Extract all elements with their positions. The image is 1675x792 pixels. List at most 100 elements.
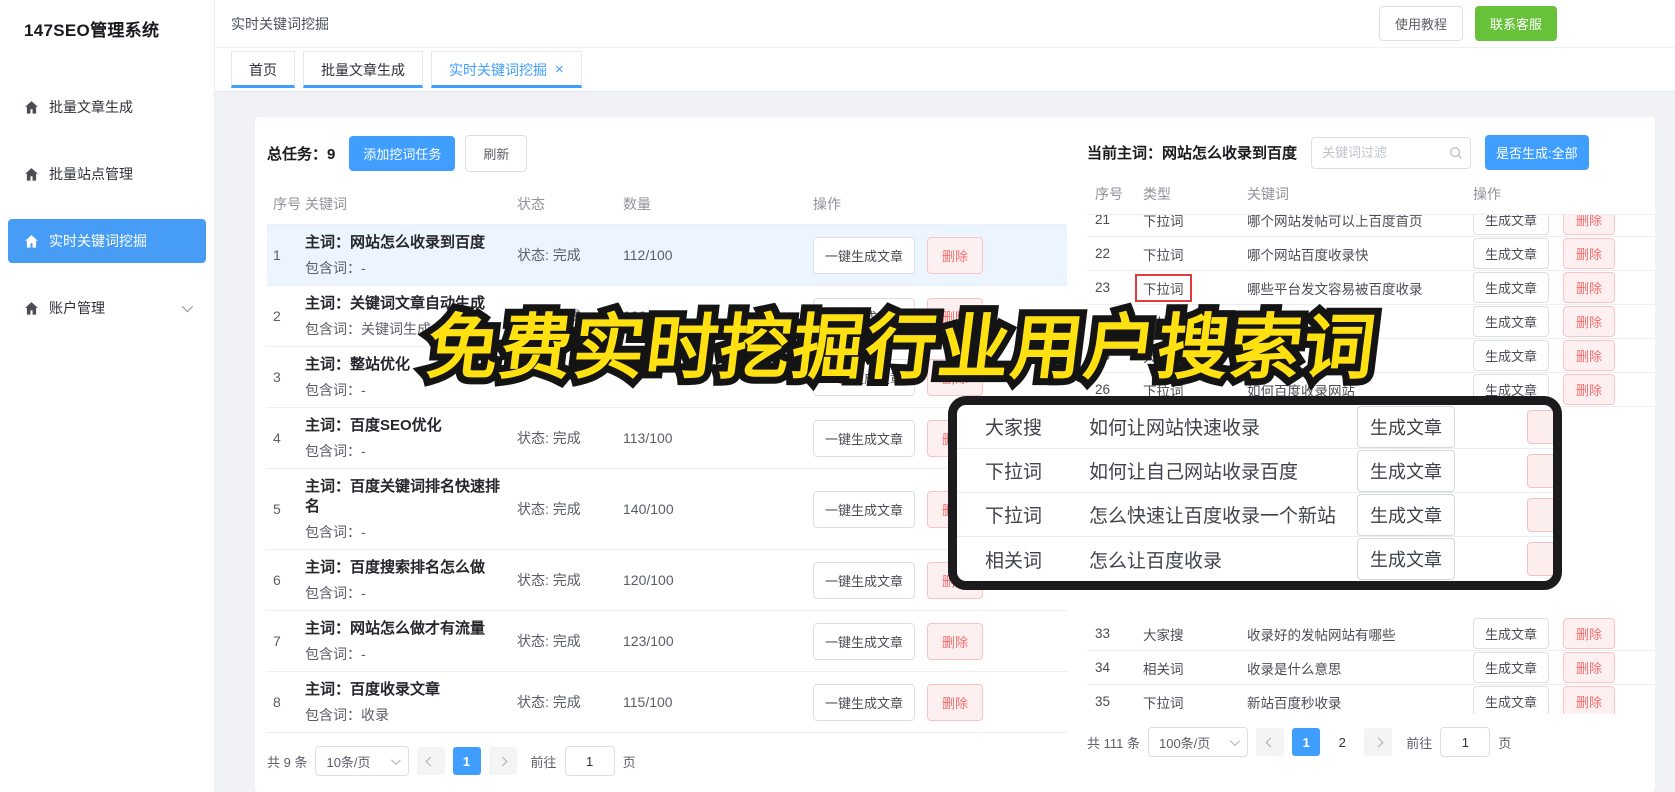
refresh-button[interactable]: 刷新 (465, 135, 528, 172)
keyword-filter-input[interactable] (1311, 136, 1472, 169)
add-task-button[interactable]: 添加挖词任务 (349, 136, 456, 171)
generate-article-button[interactable]: 一键生成文章 (813, 490, 916, 528)
magnified-row: 相关词 怎么让百度收录 生成文章 (957, 537, 1553, 581)
generate-article-button[interactable]: 一键生成文章 (813, 622, 916, 660)
task-row[interactable]: 5 主词：百度关键词排名快速排名 包含词：- 状态: 完成 140/100 一键生… (267, 469, 1067, 550)
delete-button[interactable]: 删除 (1563, 686, 1616, 714)
task-row[interactable]: 3 主词：整站优化 包含词：- 一键生成文章 删除 (267, 347, 1067, 408)
sidebar-item-2[interactable]: 实时关键词挖掘 (8, 219, 206, 263)
task-row[interactable]: 1 主词：网站怎么收录到百度 包含词：- 状态: 完成 112/100 一键生成文… (267, 225, 1067, 286)
task-row[interactable]: 2 主词：关键词文章自动生成 包含词：关键词生成 状态: 完成 100/100 一… (267, 286, 1067, 347)
chevron-left-icon (425, 756, 436, 766)
delete-button[interactable]: 删除 (1563, 652, 1616, 683)
next-page-button[interactable] (1364, 728, 1393, 756)
tab-2[interactable]: 实时关键词挖掘 × (431, 51, 582, 88)
task-row[interactable]: 7 主词：网站怎么做才有流量 包含词：- 状态: 完成 123/100 一键生成文… (267, 611, 1067, 672)
delete-button[interactable]: 删除 (1563, 215, 1616, 235)
generate-article-button[interactable]: 生成文章 (1473, 272, 1550, 303)
sidebar-item-3[interactable]: 账户管理 (8, 286, 206, 330)
page-size-select[interactable]: 10条/页 (315, 746, 409, 776)
generate-article-button[interactable]: 一键生成文章 (813, 561, 916, 599)
page-number-1[interactable]: 1 (1292, 728, 1321, 756)
delete-button[interactable]: 删除 (927, 622, 984, 660)
delete-button[interactable]: 删除 (927, 358, 984, 396)
generate-article-button[interactable]: 生成文章 (1473, 618, 1550, 649)
goto-page-input[interactable] (564, 746, 615, 776)
keyword-row[interactable]: 33 大家搜 收录好的发帖网站有哪些 生成文章 删除 (1087, 617, 1655, 651)
generate-article-button[interactable]: 生成文章 (1473, 652, 1550, 683)
keyword-row[interactable]: 23 下拉词 哪些平台发文容易被百度收录 生成文章 删除 (1087, 271, 1655, 305)
generate-article-button[interactable]: 生成文章 (1473, 306, 1550, 337)
generate-article-button[interactable]: 生成文章 (1473, 215, 1550, 235)
delete-button[interactable]: 删除 (927, 297, 984, 335)
page-size-select[interactable]: 100条/页 (1147, 727, 1249, 757)
col-type: 类型 (1143, 186, 1171, 202)
sidebar-item-0[interactable]: 批量文章生成 (8, 85, 206, 129)
col-index: 序号 (273, 196, 301, 212)
col-actions: 操作 (813, 196, 841, 212)
delete-button[interactable]: 删除 (1563, 374, 1616, 405)
topbar: 实时关键词挖掘 使用教程 联系客服 (215, 0, 1675, 48)
tab-0[interactable]: 首页 (231, 51, 295, 88)
magnified-rows-overlay: 大家搜 如何让网站快速收录 生成文章 下拉词 如何让自己网站收录百度 生成文章 … (948, 396, 1562, 590)
page-number-1[interactable]: 1 (452, 747, 481, 775)
generate-article-button[interactable]: 生成文章 (1473, 340, 1550, 371)
keyword-filter (1311, 136, 1472, 169)
goto-page-input[interactable] (1440, 727, 1491, 757)
delete-button[interactable]: 删除 (1563, 306, 1616, 337)
task-row[interactable]: 8 主词：百度收录文章 包含词：收录 状态: 完成 115/100 一键生成文章 … (267, 672, 1067, 733)
tutorial-button[interactable]: 使用教程 (1378, 6, 1463, 41)
task-row[interactable]: 6 主词：百度搜索排名怎么做 包含词：- 状态: 完成 120/100 一键生成文… (267, 550, 1067, 611)
delete-button-partial (1527, 498, 1553, 532)
delete-button[interactable]: 删除 (1563, 272, 1616, 303)
generate-article-button[interactable]: 一键生成文章 (813, 297, 916, 335)
tasks-table-header: 序号 关键词 状态 数量 操作 (267, 188, 1067, 225)
home-icon (24, 167, 39, 182)
generate-article-button[interactable]: 生成文章 (1473, 686, 1550, 714)
keyword-row[interactable]: 22 下拉词 哪个网站百度收录快 生成文章 删除 (1087, 237, 1655, 271)
generate-article-button-magnified: 生成文章 (1357, 538, 1455, 580)
generate-article-button[interactable]: 一键生成文章 (813, 683, 916, 721)
col-keyword: 关键词 (1247, 186, 1289, 202)
magnified-row: 下拉词 怎么快速让百度收录一个新站 生成文章 (957, 493, 1553, 537)
page-number-2[interactable]: 2 (1328, 728, 1357, 756)
task-row[interactable]: 4 主词：百度SEO优化 包含词：- 状态: 完成 113/100 一键生成文章 … (267, 408, 1067, 469)
delete-button[interactable]: 删除 (1563, 618, 1616, 649)
chevron-down-icon (181, 300, 194, 313)
tasks-panel-header: 总任务：9 添加挖词任务 刷新 (267, 135, 1067, 172)
keywords-panel-header: 当前主词：网站怎么收录到百度 是否生成:全部 (1087, 135, 1655, 170)
total-tasks-label: 总任务：9 (267, 146, 336, 163)
keyword-row[interactable]: 24 下拉词 生成文章 删除 (1087, 305, 1655, 339)
col-status: 状态 (517, 196, 545, 212)
close-icon[interactable]: × (555, 62, 564, 77)
tab-1[interactable]: 批量文章生成 (303, 51, 423, 88)
keyword-row[interactable]: 21 下拉词 哪个网站发帖可以上百度首页 生成文章 删除 (1087, 215, 1655, 237)
chevron-right-icon (497, 756, 508, 766)
prev-page-button[interactable] (416, 747, 445, 775)
keywords-pagination: 共 111 条 100条/页 1 2 前往 页 (1087, 727, 1655, 757)
delete-button[interactable]: 删除 (1563, 340, 1616, 371)
chevron-down-icon (1230, 735, 1241, 746)
keyword-row[interactable]: 25 大家搜 生成文章 删除 (1087, 339, 1655, 373)
generate-article-button[interactable]: 生成文章 (1473, 238, 1550, 269)
next-page-button[interactable] (488, 747, 517, 775)
generate-article-button[interactable]: 一键生成文章 (813, 419, 916, 457)
delete-button[interactable]: 删除 (1563, 238, 1616, 269)
prev-page-button[interactable] (1256, 728, 1285, 756)
col-keyword: 关键词 (305, 196, 347, 212)
delete-button[interactable]: 删除 (927, 683, 984, 721)
total-count-label: 共 9 条 (267, 754, 308, 770)
generate-article-button[interactable]: 一键生成文章 (813, 358, 916, 396)
generate-article-button[interactable]: 一键生成文章 (813, 236, 916, 274)
keyword-row[interactable]: 34 相关词 收录是什么意思 生成文章 删除 (1087, 651, 1655, 685)
generate-all-button[interactable]: 是否生成:全部 (1485, 135, 1589, 170)
chevron-left-icon (1265, 737, 1276, 747)
delete-button[interactable]: 删除 (927, 236, 984, 274)
keywords-table-header: 序号 类型 关键词 操作 (1087, 180, 1655, 215)
sidebar-item-1[interactable]: 批量站点管理 (8, 152, 206, 196)
keyword-row[interactable]: 35 下拉词 新站百度秒收录 生成文章 删除 (1087, 685, 1655, 714)
contact-support-button[interactable]: 联系客服 (1474, 6, 1557, 41)
tasks-panel: 总任务：9 添加挖词任务 刷新 序号 关键词 状态 数量 操作 1 主词：网站怎… (267, 135, 1067, 792)
col-actions: 操作 (1473, 186, 1501, 202)
col-index: 序号 (1095, 186, 1123, 202)
